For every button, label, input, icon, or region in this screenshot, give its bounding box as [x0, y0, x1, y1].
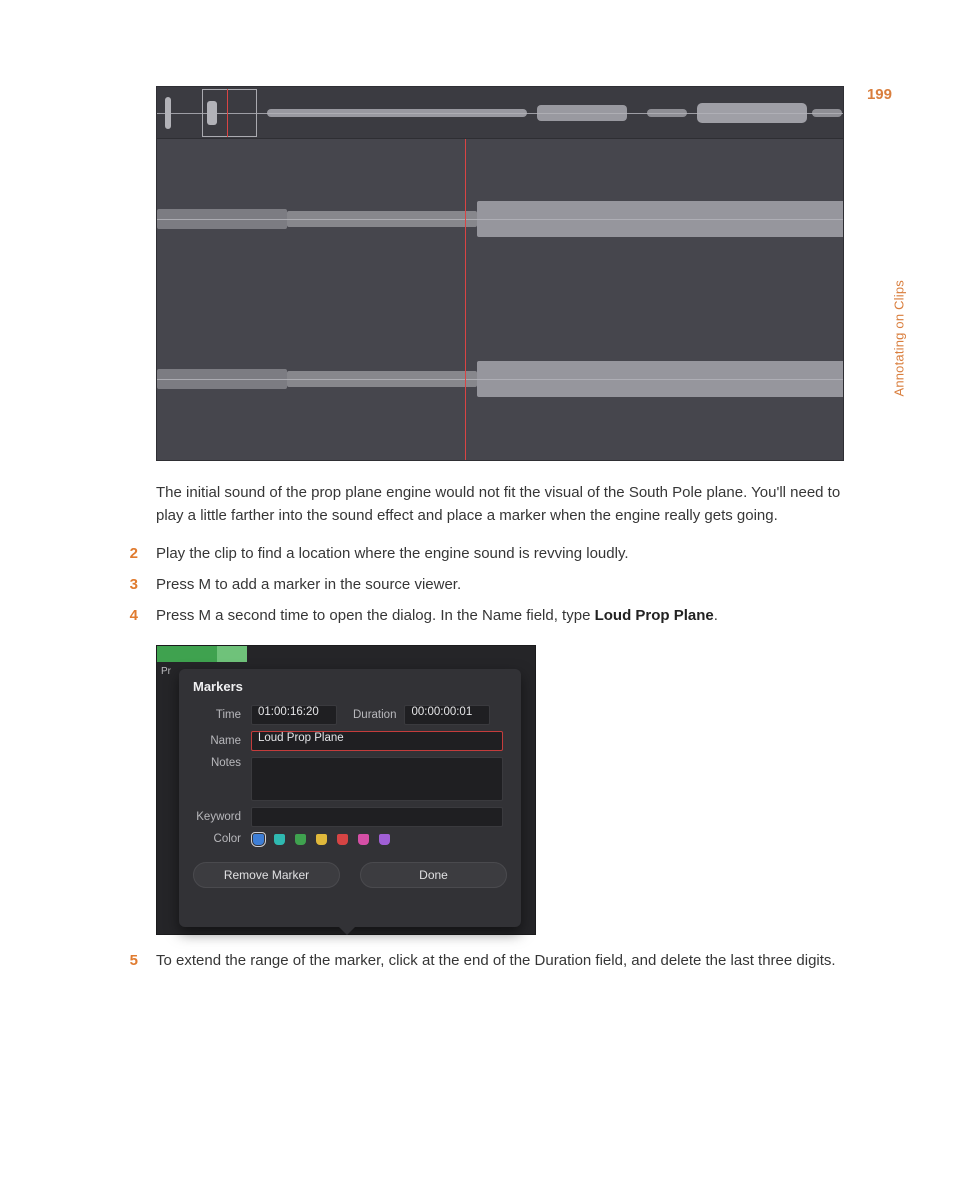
notes-input[interactable]	[251, 757, 503, 801]
waveform-overview-strip	[157, 87, 843, 139]
clip-strip	[157, 646, 535, 662]
duration-label: Duration	[337, 709, 404, 721]
step-text-suffix: .	[714, 607, 718, 624]
overview-selection-box	[202, 89, 257, 137]
color-swatch-teal[interactable]	[274, 834, 285, 845]
steps-list: 2 Play the clip to find a location where…	[156, 542, 846, 628]
remove-marker-button[interactable]: Remove Marker	[193, 862, 340, 888]
step-item: 5 To extend the range of the marker, cli…	[156, 949, 846, 972]
step-text: Press M a second time to open the dialog…	[156, 604, 846, 627]
color-swatch-purple[interactable]	[379, 834, 390, 845]
step-item: 2 Play the clip to find a location where…	[156, 542, 846, 565]
markers-dialog: Markers Time 01:00:16:20 Duration 00:00:…	[179, 669, 521, 927]
step-item: 4 Press M a second time to open the dial…	[156, 604, 846, 627]
time-input[interactable]: 01:00:16:20	[251, 705, 337, 725]
notes-label: Notes	[193, 757, 251, 769]
section-side-label: Annotating on Clips	[892, 280, 907, 397]
step-item: 3 Press M to add a marker in the source …	[156, 573, 846, 596]
waveform-channel-right	[157, 299, 843, 459]
step-number: 4	[120, 604, 156, 627]
dialog-title: Markers	[179, 669, 521, 702]
keyword-label: Keyword	[193, 811, 251, 823]
color-swatch-row	[251, 834, 390, 845]
step-text: Play the clip to find a location where t…	[156, 542, 846, 565]
step-text: To extend the range of the marker, click…	[156, 949, 846, 972]
keyword-input[interactable]	[251, 807, 503, 827]
markers-dialog-figure: Pr Markers Time 01:00:16:20 Duration 00:…	[156, 645, 536, 935]
done-button[interactable]: Done	[360, 862, 507, 888]
step-text-bold: Loud Prop Plane	[595, 607, 714, 624]
step-number: 2	[120, 542, 156, 565]
color-swatch-pink[interactable]	[358, 834, 369, 845]
waveform-playhead	[465, 139, 466, 460]
duration-input[interactable]: 00:00:00:01	[404, 705, 490, 725]
step-number: 3	[120, 573, 156, 596]
color-swatch-blue[interactable]	[253, 834, 264, 845]
color-swatch-yellow[interactable]	[316, 834, 327, 845]
time-label: Time	[193, 709, 251, 721]
waveform-channel-left	[157, 139, 843, 299]
color-swatch-green[interactable]	[295, 834, 306, 845]
step-number: 5	[120, 949, 156, 972]
color-label: Color	[193, 833, 251, 845]
step-text-prefix: Press M a second time to open the dialog…	[156, 607, 595, 624]
waveform-figure	[156, 86, 844, 461]
name-input[interactable]: Loud Prop Plane	[251, 731, 503, 751]
color-swatch-red[interactable]	[337, 834, 348, 845]
name-label: Name	[193, 735, 251, 747]
panel-tab-label: Pr	[161, 666, 171, 677]
step-text: Press M to add a marker in the source vi…	[156, 573, 846, 596]
page-number: 199	[867, 86, 892, 103]
page-content: The initial sound of the prop plane engi…	[156, 86, 846, 973]
intro-paragraph: The initial sound of the prop plane engi…	[156, 481, 846, 528]
overview-playhead	[227, 89, 228, 137]
